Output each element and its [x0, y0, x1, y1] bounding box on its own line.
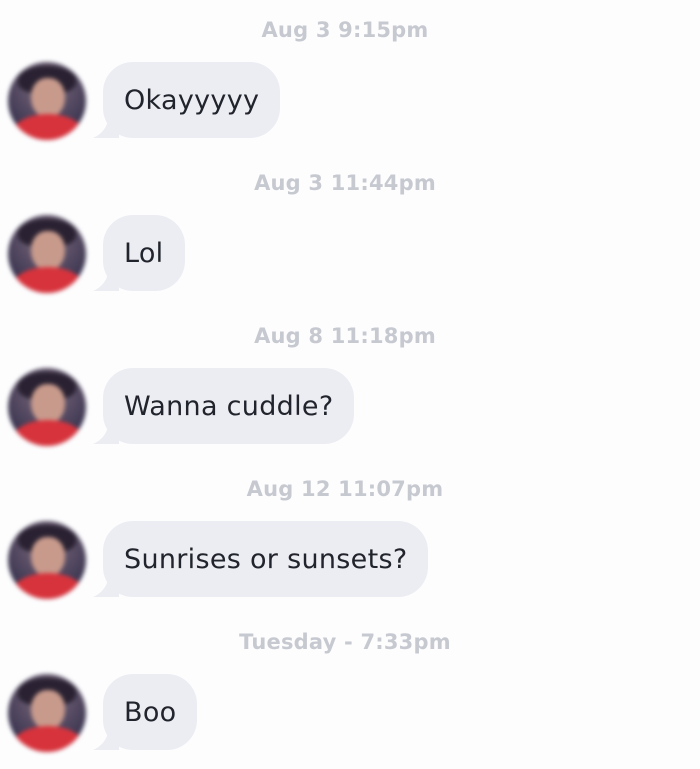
- avatar-face: [31, 78, 65, 118]
- message-timestamp: Tuesday - 7:33pm: [239, 630, 451, 654]
- message-group: Aug 8 11:18pm Wanna cuddle?: [0, 306, 700, 459]
- avatar-shirt: [12, 420, 84, 446]
- message-text: Wanna cuddle?: [124, 390, 334, 422]
- avatar-shirt: [12, 267, 84, 293]
- avatar-face: [31, 231, 65, 271]
- message-bubble[interactable]: Lol: [103, 215, 185, 291]
- avatar[interactable]: [8, 521, 86, 599]
- avatar[interactable]: [8, 215, 86, 293]
- avatar[interactable]: [8, 368, 86, 446]
- message-bubble[interactable]: Okayyyyy: [103, 62, 281, 138]
- message-timestamp: Aug 3 11:44pm: [254, 171, 436, 195]
- message-group: Aug 12 11:07pm Sunrises or sunsets?: [0, 459, 700, 612]
- message-group: Aug 3 9:15pm Okayyyyy: [0, 0, 700, 153]
- message-bubble[interactable]: Boo: [103, 674, 198, 750]
- message-timestamp: Aug 8 11:18pm: [254, 324, 436, 348]
- message-bubble[interactable]: Sunrises or sunsets?: [103, 521, 429, 597]
- avatar-face: [31, 690, 65, 730]
- message-timestamp: Aug 12 11:07pm: [246, 477, 444, 501]
- avatar-face: [31, 384, 65, 424]
- avatar[interactable]: [8, 62, 86, 140]
- message-bubble[interactable]: Wanna cuddle?: [103, 368, 355, 444]
- message-timestamp: Aug 3 9:15pm: [261, 18, 429, 42]
- message-thread: Aug 3 9:15pm Okayyyyy Aug 3 11:44pm Lol …: [0, 0, 700, 769]
- avatar-shirt: [12, 726, 84, 752]
- message-text: Okayyyyy: [124, 84, 260, 116]
- avatar-face: [31, 537, 65, 577]
- message-group: Tuesday - 7:33pm Boo: [0, 612, 700, 765]
- message-text: Boo: [124, 696, 177, 728]
- message-text: Lol: [124, 237, 164, 269]
- avatar-shirt: [12, 573, 84, 599]
- message-text: Sunrises or sunsets?: [124, 543, 408, 575]
- avatar-shirt: [12, 114, 84, 140]
- message-group: Aug 3 11:44pm Lol: [0, 153, 700, 306]
- avatar[interactable]: [8, 674, 86, 752]
